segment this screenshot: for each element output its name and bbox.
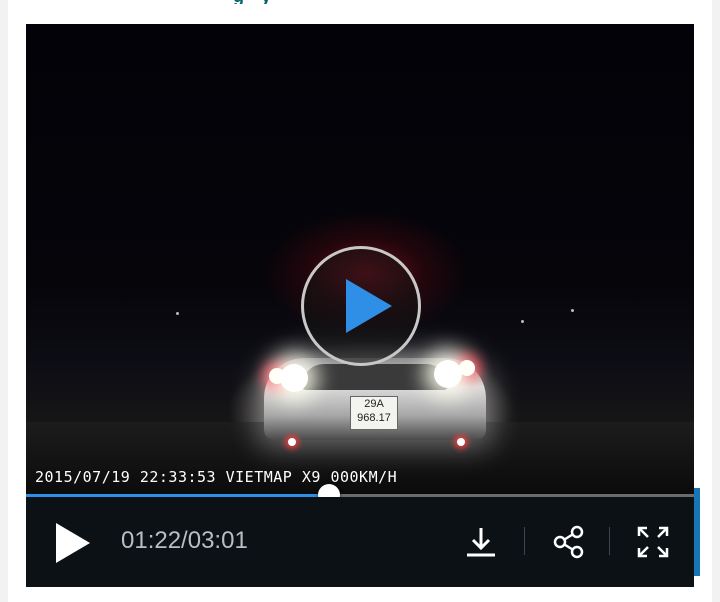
download-icon: [467, 528, 495, 557]
divider: [524, 527, 525, 555]
divider: [609, 527, 610, 555]
license-plate-line1: 29A: [364, 398, 384, 410]
light-glow-left: [280, 364, 308, 392]
share-button[interactable]: [550, 523, 588, 561]
play-icon: [56, 523, 90, 563]
distant-light: [521, 320, 524, 323]
distant-light: [176, 312, 179, 315]
side-accent-strip: [694, 488, 700, 576]
car-rear-window: [302, 364, 448, 390]
license-plate: 29A 968.17: [350, 396, 398, 430]
fullscreen-button[interactable]: [634, 523, 672, 561]
fullscreen-icon: [637, 526, 669, 558]
dashcam-overlay-text: 2015/07/19 22:33:53 VIETMAP X9 000KM/H: [35, 468, 398, 486]
reflector-light: [288, 438, 296, 446]
play-icon: [346, 279, 392, 333]
time-display: 01:22/03:01: [121, 527, 248, 554]
video-player[interactable]: 29A 968.17 2015/07/19 22:33:53 VIETMAP X…: [26, 24, 694, 587]
download-button[interactable]: [462, 523, 500, 561]
play-button[interactable]: [52, 521, 92, 565]
light-glow-right: [434, 360, 462, 388]
reflector-light: [457, 438, 465, 446]
article-title-fragment: g y: [233, 0, 393, 4]
distant-light: [571, 309, 574, 312]
share-icon: [553, 525, 584, 559]
license-plate-line2: 968.17: [357, 412, 391, 424]
video-frame[interactable]: 29A 968.17 2015/07/19 22:33:53 VIETMAP X…: [26, 24, 694, 494]
big-play-button[interactable]: [301, 246, 421, 366]
control-bar: 01:22/03:01: [26, 497, 694, 587]
